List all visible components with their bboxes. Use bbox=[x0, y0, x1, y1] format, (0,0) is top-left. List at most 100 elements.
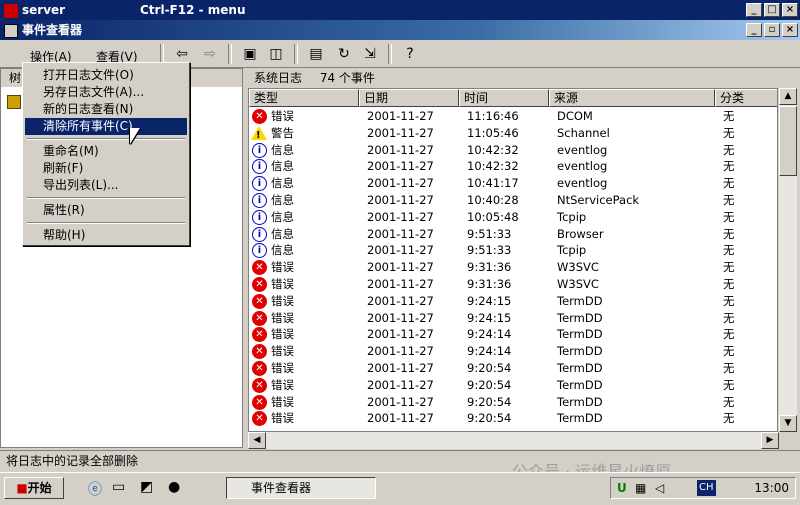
table-row[interactable]: i 信息 2001-11-27 10:40:28 NtServicePack 无 bbox=[249, 192, 777, 209]
error-icon: ✕ bbox=[252, 260, 267, 276]
log-name: 系统日志 bbox=[254, 71, 303, 85]
export-icon[interactable]: ⇲ bbox=[360, 44, 380, 64]
table-row[interactable]: ✕ 错误 2001-11-27 9:31:36 W3SVC 无 bbox=[249, 259, 777, 276]
cell-source: TermDD bbox=[557, 344, 603, 359]
menu-separator bbox=[27, 222, 185, 224]
cell-category: 无 bbox=[723, 361, 735, 375]
minimize-button[interactable]: _ bbox=[746, 3, 762, 17]
up-folder-icon[interactable]: ▣ bbox=[240, 44, 260, 64]
cell-type: 信息 bbox=[271, 226, 294, 241]
context-menu-item[interactable]: 清除所有事件(C) bbox=[25, 118, 187, 135]
scroll-right-button[interactable]: ▶ bbox=[761, 432, 779, 449]
forward-arrow-icon[interactable]: ⇨ bbox=[200, 44, 220, 64]
inner-minimize-button[interactable]: _ bbox=[746, 23, 762, 37]
table-row[interactable]: ✕ 错误 2001-11-27 9:24:15 TermDD 无 bbox=[249, 293, 777, 310]
cell-time: 10:42:32 bbox=[467, 159, 519, 174]
info-icon: i bbox=[252, 243, 267, 259]
cell-category: 无 bbox=[723, 377, 735, 392]
inner-window-controls: _ ▫ × bbox=[744, 23, 798, 37]
tray-volume-icon[interactable]: ◁ bbox=[655, 478, 664, 498]
context-menu-item[interactable]: 导出列表(L)... bbox=[25, 177, 187, 194]
column-header-date[interactable]: 日期 bbox=[359, 89, 459, 107]
cell-time: 9:31:36 bbox=[467, 260, 512, 275]
status-bar: 将日志中的记录全部删除 bbox=[0, 450, 800, 470]
scroll-left-button[interactable]: ◀ bbox=[248, 432, 266, 449]
quick-launch-desktop-icon[interactable]: ◩ bbox=[140, 479, 153, 495]
cell-category: 无 bbox=[723, 226, 735, 241]
cell-category: 无 bbox=[723, 277, 735, 291]
cell-source: TermDD bbox=[557, 293, 603, 308]
inner-close-button[interactable]: × bbox=[782, 23, 798, 37]
vertical-scrollbar[interactable]: ▲ ▼ bbox=[779, 88, 797, 432]
context-menu-item[interactable]: 另存日志文件(A)... bbox=[25, 84, 187, 101]
maximize-button[interactable]: □ bbox=[764, 3, 780, 17]
cell-category: 无 bbox=[723, 411, 735, 426]
context-menu-item[interactable]: 帮助(H) bbox=[25, 227, 187, 244]
cell-date: 2001-11-27 bbox=[367, 277, 434, 291]
context-menu-item[interactable]: 新的日志查看(N) bbox=[25, 101, 187, 118]
error-icon: ✕ bbox=[252, 310, 267, 326]
table-row[interactable]: ✕ 错误 2001-11-27 9:20:54 TermDD 无 bbox=[249, 410, 777, 427]
close-button[interactable]: × bbox=[782, 3, 798, 17]
table-row[interactable]: ✕ 错误 2001-11-27 9:20:54 TermDD 无 bbox=[249, 360, 777, 377]
context-menu-item[interactable]: 属性(R) bbox=[25, 202, 187, 219]
tray-icon-u[interactable]: U bbox=[617, 478, 627, 498]
scroll-up-button[interactable]: ▲ bbox=[779, 88, 797, 105]
table-row[interactable]: ✕ 错误 2001-11-27 9:24:15 TermDD 无 bbox=[249, 310, 777, 327]
back-arrow-icon[interactable]: ⇦ bbox=[172, 44, 192, 64]
cell-date: 2001-11-27 bbox=[367, 344, 434, 359]
cell-type: 错误 bbox=[271, 377, 294, 392]
table-row[interactable]: i 信息 2001-11-27 10:05:48 Tcpip 无 bbox=[249, 209, 777, 226]
quick-launch-outlook-icon[interactable]: ● bbox=[168, 479, 180, 495]
table-row[interactable]: i 信息 2001-11-27 9:51:33 Tcpip 无 bbox=[249, 242, 777, 259]
scroll-down-button[interactable]: ▼ bbox=[779, 415, 797, 432]
table-row[interactable]: i 信息 2001-11-27 10:42:32 eventlog 无 bbox=[249, 158, 777, 175]
table-row[interactable]: i 信息 2001-11-27 9:51:33 Browser 无 bbox=[249, 226, 777, 243]
cell-time: 10:40:28 bbox=[467, 193, 519, 207]
column-header-time[interactable]: 时间 bbox=[459, 89, 549, 107]
inner-restore-button[interactable]: ▫ bbox=[764, 23, 780, 37]
tree-node-icon[interactable] bbox=[7, 95, 21, 109]
table-row[interactable]: ✕ 错误 2001-11-27 9:24:14 TermDD 无 bbox=[249, 343, 777, 360]
cell-category: 无 bbox=[723, 159, 735, 174]
cell-time: 9:51:33 bbox=[467, 226, 512, 241]
quick-launch-ie-icon[interactable]: ⓔ bbox=[88, 479, 102, 499]
table-row[interactable]: ! 警告 2001-11-27 11:05:46 Schannel 无 bbox=[249, 125, 777, 142]
cell-category: 无 bbox=[723, 209, 735, 224]
show-hide-tree-icon[interactable]: ◫ bbox=[266, 44, 286, 64]
table-row[interactable]: i 信息 2001-11-27 10:41:17 eventlog 无 bbox=[249, 175, 777, 192]
cell-type: 错误 bbox=[271, 260, 294, 275]
table-row[interactable]: ✕ 错误 2001-11-27 9:20:54 TermDD 无 bbox=[249, 377, 777, 394]
column-header-category[interactable]: 分类 bbox=[715, 89, 777, 107]
taskbar: ■开始 ⓔ ▭ ◩ ● 事件查看器 U ▦ ◁ CH 13:00 bbox=[0, 472, 800, 505]
cell-date: 2001-11-27 bbox=[367, 226, 434, 241]
table-row[interactable]: ✕ 错误 2001-11-27 9:20:54 TermDD 无 bbox=[249, 394, 777, 411]
refresh-icon[interactable]: ↻ bbox=[334, 44, 354, 64]
input-language-indicator[interactable]: CH bbox=[697, 480, 716, 496]
tray-network-icon[interactable]: ▦ bbox=[635, 478, 646, 498]
scroll-thumb[interactable] bbox=[779, 106, 797, 176]
context-menu-item[interactable]: 打开日志文件(O) bbox=[25, 67, 187, 84]
cell-source: TermDD bbox=[557, 310, 603, 325]
context-menu-item[interactable]: 重命名(M) bbox=[25, 143, 187, 160]
event-list-pane: 系统日志 74 个事件 类型 日期 时间 来源 分类 ✕ 错误 2001-11-27… bbox=[246, 68, 800, 449]
properties-icon[interactable]: ▤ bbox=[306, 44, 326, 64]
table-row[interactable]: i 信息 2001-11-27 10:42:32 eventlog 无 bbox=[249, 142, 777, 159]
outer-title-bar: server Ctrl-F12 - menu _ □ × bbox=[0, 0, 800, 20]
server-icon bbox=[4, 3, 18, 18]
table-row[interactable]: ✕ 错误 2001-11-27 11:16:46 DCOM 无 bbox=[249, 108, 777, 125]
taskbar-event-viewer[interactable]: 事件查看器 bbox=[226, 477, 376, 499]
table-row[interactable]: ✕ 错误 2001-11-27 9:31:36 W3SVC 无 bbox=[249, 276, 777, 293]
context-menu-item[interactable]: 刷新(F) bbox=[25, 160, 187, 177]
cell-time: 9:24:15 bbox=[467, 310, 512, 325]
table-row[interactable]: ✕ 错误 2001-11-27 9:24:14 TermDD 无 bbox=[249, 326, 777, 343]
column-header-type[interactable]: 类型 bbox=[249, 89, 359, 107]
quick-launch-explorer-icon[interactable]: ▭ bbox=[112, 479, 125, 495]
column-header-source[interactable]: 来源 bbox=[549, 89, 715, 107]
cell-time: 9:20:54 bbox=[467, 394, 512, 409]
cell-time: 10:41:17 bbox=[467, 176, 519, 191]
help-icon[interactable]: ? bbox=[400, 44, 420, 64]
cell-source: TermDD bbox=[557, 411, 603, 426]
horizontal-scrollbar[interactable]: ◀ ▶ bbox=[248, 432, 779, 449]
start-button[interactable]: ■开始 bbox=[4, 477, 64, 499]
